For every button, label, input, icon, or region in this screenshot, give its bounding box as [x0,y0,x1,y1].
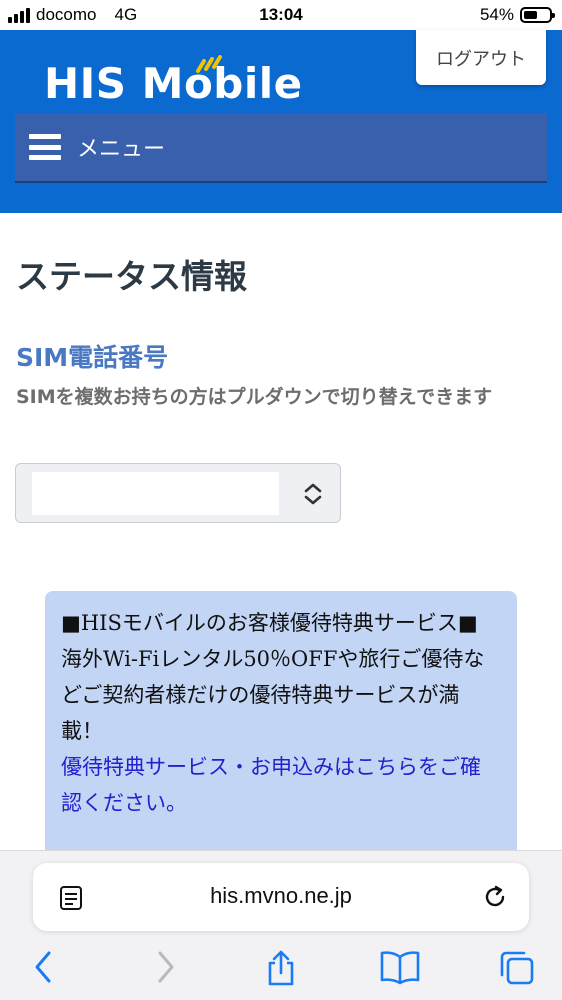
hamburger-icon [29,134,61,160]
logo-mark-icon [196,55,222,73]
share-icon[interactable] [265,949,297,987]
promo-body: 海外Wi-Fiレンタル50％OFFや旅行ご優待などご契約者様だけの優待特典サービ… [61,647,485,743]
tabs-icon[interactable] [498,949,536,987]
bookmarks-icon[interactable] [379,949,421,985]
section-description: SIMを複数お持ちの方はプルダウンで切り替えできます [16,386,493,408]
url-text: his.mvno.ne.jp [210,883,352,908]
battery-percent: 54% [479,5,514,24]
menu-label: メニュー [77,137,166,162]
back-icon[interactable] [31,949,55,985]
sim-select-value [32,472,279,515]
logout-button[interactable]: ログアウト [416,30,546,85]
select-chevron-icon [304,483,322,505]
status-time: 13:04 [259,5,303,24]
promo-heading: ■HISモバイルのお客様優待特典サービス■ [61,611,478,635]
address-bar[interactable]: his.mvno.ne.jp [33,863,529,931]
his-mobile-logo[interactable]: HIS Mobile [44,53,303,113]
section-title: SIM電話番号 [16,343,169,372]
sim-number-select[interactable] [15,463,341,523]
logo-text: HIS Mobile [44,58,303,108]
page-title: ステータス情報 [16,257,247,296]
battery-fill [524,11,537,19]
status-right: 54% [479,5,555,25]
site-header: HIS Mobile ログアウト メニュー [0,30,562,213]
browser-toolbar: his.mvno.ne.jp [0,850,562,1000]
status-bar: docomo 4G 13:04 54% [0,0,562,30]
reload-icon[interactable] [481,883,509,911]
battery-icon [520,7,555,23]
menu-button[interactable]: メニュー [15,113,547,183]
promo-box: ■HISモバイルのお客様優待特典サービス■ 海外Wi-Fiレンタル50％OFFや… [45,591,517,861]
forward-icon[interactable] [154,949,178,985]
promo-link[interactable]: 優待特典サービス・お申込みはこちらをご確認ください。 [61,749,501,821]
